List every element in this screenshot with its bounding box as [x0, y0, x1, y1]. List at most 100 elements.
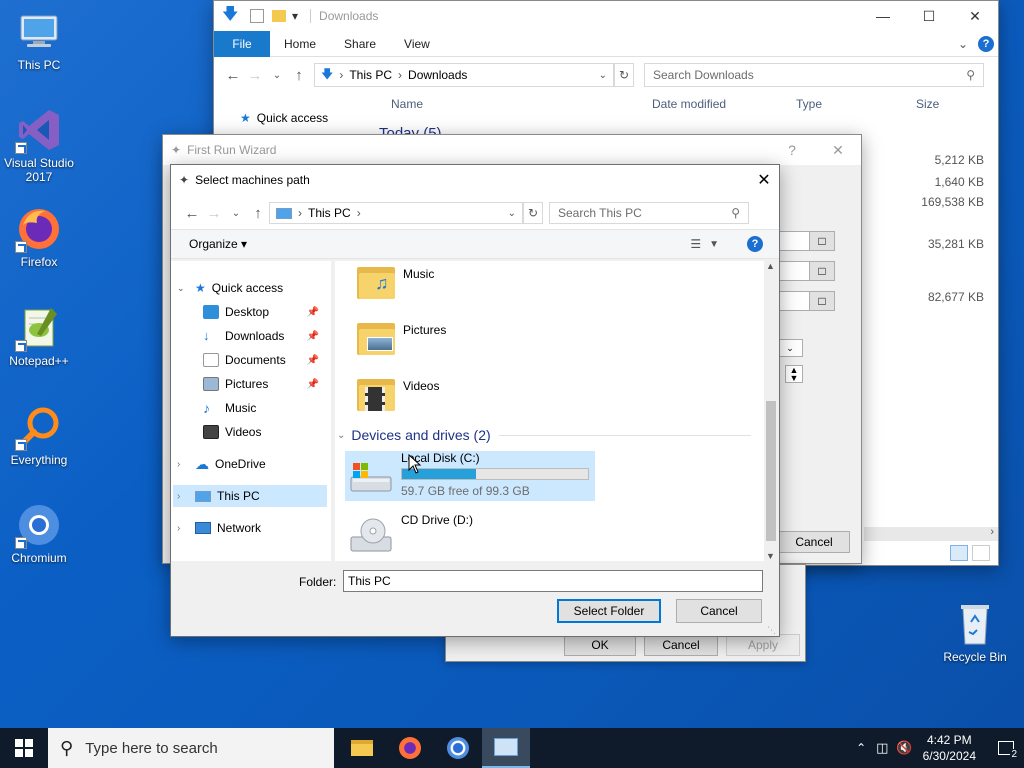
expand-ribbon-icon[interactable]: ⌄: [958, 37, 968, 51]
select-dialog-titlebar[interactable]: ✦ Select machines path ✕: [171, 165, 779, 195]
nav-videos[interactable]: Videos: [203, 421, 261, 443]
taskbar-firefox[interactable]: [386, 728, 434, 768]
drive-item-c[interactable]: Local Disk (C:) 59.7 GB free of 99.3 GB: [345, 451, 595, 501]
recent-dropdown-icon[interactable]: ⌄: [225, 208, 247, 219]
view-dropdown-icon[interactable]: ▼: [709, 239, 719, 250]
wizard-cancel-button[interactable]: Cancel: [778, 531, 850, 553]
nav-network[interactable]: › Network: [177, 517, 261, 539]
forward-icon[interactable]: →: [244, 67, 266, 84]
taskbar-chromium[interactable]: [434, 728, 482, 768]
show-hidden-icons[interactable]: ⌃: [856, 741, 866, 755]
expand-chevron-icon[interactable]: ⌄: [177, 283, 191, 294]
help-icon[interactable]: ?: [978, 35, 994, 52]
up-icon[interactable]: ↑: [247, 205, 269, 222]
wizard-spinner[interactable]: ▲ ▼: [785, 365, 803, 383]
column-date[interactable]: Date modified: [652, 97, 726, 111]
help-icon[interactable]: ?: [747, 236, 763, 252]
wizard-close-button[interactable]: ✕: [815, 142, 861, 159]
breadcrumb-this-pc[interactable]: This PC: [349, 68, 392, 82]
nav-pictures[interactable]: Pictures 📌: [203, 373, 325, 395]
organize-button[interactable]: Organize ▾: [189, 237, 247, 251]
scroll-up-icon[interactable]: ▲: [766, 261, 775, 271]
explorer-address-bar[interactable]: 🡇 › This PC › Downloads ⌄: [314, 63, 614, 87]
minimize-button[interactable]: —: [860, 1, 906, 31]
start-button[interactable]: [0, 728, 48, 768]
ribbon-tab-home[interactable]: Home: [270, 31, 330, 57]
explorer-search-input[interactable]: Search Downloads ⚲: [644, 63, 984, 87]
address-dropdown-icon[interactable]: ⌄: [508, 208, 516, 219]
up-icon[interactable]: ↑: [288, 67, 310, 84]
explorer-titlebar[interactable]: 🡇 ▾ Downloads — ☐ ✕: [214, 1, 998, 31]
back-icon[interactable]: ←: [222, 67, 244, 84]
browse-folder-button[interactable]: □: [809, 291, 835, 311]
explorer-quick-access[interactable]: ★ Quick access: [240, 111, 328, 125]
browse-folder-button[interactable]: □: [809, 231, 835, 251]
notification-center-button[interactable]: 2: [988, 728, 1024, 768]
browse-folder-button[interactable]: □: [809, 261, 835, 281]
desktop-icon-chromium[interactable]: Chromium: [1, 501, 77, 565]
recent-dropdown-icon[interactable]: ⌄: [266, 70, 288, 81]
taskbar-file-explorer[interactable]: [338, 728, 386, 768]
taskbar-active-app[interactable]: [482, 728, 530, 768]
nav-music[interactable]: ♪ Music: [203, 397, 256, 419]
close-button[interactable]: ✕: [749, 170, 779, 190]
desktop-icon-this-pc[interactable]: This PC: [1, 8, 77, 72]
new-folder-icon[interactable]: [272, 10, 286, 22]
nav-quick-access[interactable]: ⌄ ★ Quick access: [177, 277, 283, 299]
taskbar-search-box[interactable]: ⚲ Type here to search: [48, 728, 334, 768]
back-icon[interactable]: ←: [181, 205, 203, 222]
desktop-icon-recycle-bin[interactable]: Recycle Bin: [937, 600, 1013, 664]
resize-grip-icon[interactable]: ⋱: [767, 625, 776, 636]
collapse-chevron-icon[interactable]: ⌄: [337, 430, 345, 441]
nav-onedrive[interactable]: › ☁ OneDrive: [177, 453, 266, 475]
cancel-button[interactable]: Cancel: [676, 599, 762, 623]
wizard-dropdown[interactable]: ⌄: [777, 339, 803, 357]
cancel-button[interactable]: Cancel: [644, 634, 718, 656]
close-button[interactable]: ✕: [952, 1, 998, 31]
breadcrumb-downloads[interactable]: Downloads: [408, 68, 467, 82]
apply-button[interactable]: Apply: [726, 634, 800, 656]
horizontal-scrollbar[interactable]: ›: [864, 526, 998, 541]
desktop-icon-notepadpp[interactable]: Notepad++: [1, 304, 77, 368]
volume-muted-icon[interactable]: 🔇: [896, 740, 912, 756]
desktop-icon-firefox[interactable]: Firefox: [1, 205, 77, 269]
network-tray-icon[interactable]: ◫: [876, 740, 888, 756]
ok-button[interactable]: OK: [564, 634, 636, 656]
ribbon-tab-share[interactable]: Share: [330, 31, 390, 57]
details-view-icon[interactable]: [950, 545, 968, 561]
customize-qat-icon[interactable]: ▾: [292, 9, 298, 23]
scroll-down-icon[interactable]: ▼: [766, 551, 775, 561]
select-folder-button[interactable]: Select Folder: [557, 599, 661, 623]
wizard-titlebar[interactable]: ✦ First Run Wizard ? ✕: [163, 135, 861, 165]
nav-this-pc[interactable]: › This PC: [173, 485, 327, 507]
select-search-input[interactable]: Search This PC ⚲: [549, 202, 749, 224]
maximize-button[interactable]: ☐: [906, 1, 952, 31]
column-type[interactable]: Type: [796, 97, 822, 111]
wizard-help-button[interactable]: ?: [769, 142, 815, 158]
select-address-bar[interactable]: › This PC › ⌄: [269, 202, 523, 224]
scroll-thumb[interactable]: [766, 401, 776, 541]
expand-chevron-icon[interactable]: ›: [177, 459, 191, 470]
select-folder-dialog[interactable]: ✦ Select machines path ✕ ← → ⌄ ↑ › This …: [170, 164, 780, 637]
properties-icon[interactable]: [250, 9, 264, 23]
desktop-icon-visual-studio[interactable]: Visual Studio 2017: [1, 106, 77, 184]
folder-input[interactable]: [343, 570, 763, 592]
nav-documents[interactable]: Documents 📌: [203, 349, 325, 371]
devices-group-header[interactable]: ⌄ Devices and drives (2): [337, 427, 751, 443]
address-dropdown-icon[interactable]: ⌄: [599, 70, 607, 81]
ribbon-tab-view[interactable]: View: [390, 31, 444, 57]
expand-chevron-icon[interactable]: ›: [177, 523, 191, 534]
clock[interactable]: 4:42 PM 6/30/2024: [923, 732, 976, 764]
forward-icon[interactable]: →: [203, 205, 225, 222]
vertical-scrollbar[interactable]: ▲ ▼: [764, 261, 778, 561]
breadcrumb-this-pc[interactable]: This PC: [308, 206, 351, 220]
nav-downloads[interactable]: ↓ Downloads 📌: [203, 325, 325, 347]
nav-desktop[interactable]: Desktop 📌: [203, 301, 325, 323]
refresh-icon[interactable]: ↻: [614, 63, 634, 87]
column-size[interactable]: Size: [916, 97, 939, 111]
large-icons-view-icon[interactable]: [972, 545, 990, 561]
ribbon-tab-file[interactable]: File: [214, 30, 270, 57]
expand-chevron-icon[interactable]: ›: [177, 491, 191, 502]
refresh-icon[interactable]: ↻: [523, 202, 543, 224]
change-view-icon[interactable]: ☰: [690, 237, 701, 251]
